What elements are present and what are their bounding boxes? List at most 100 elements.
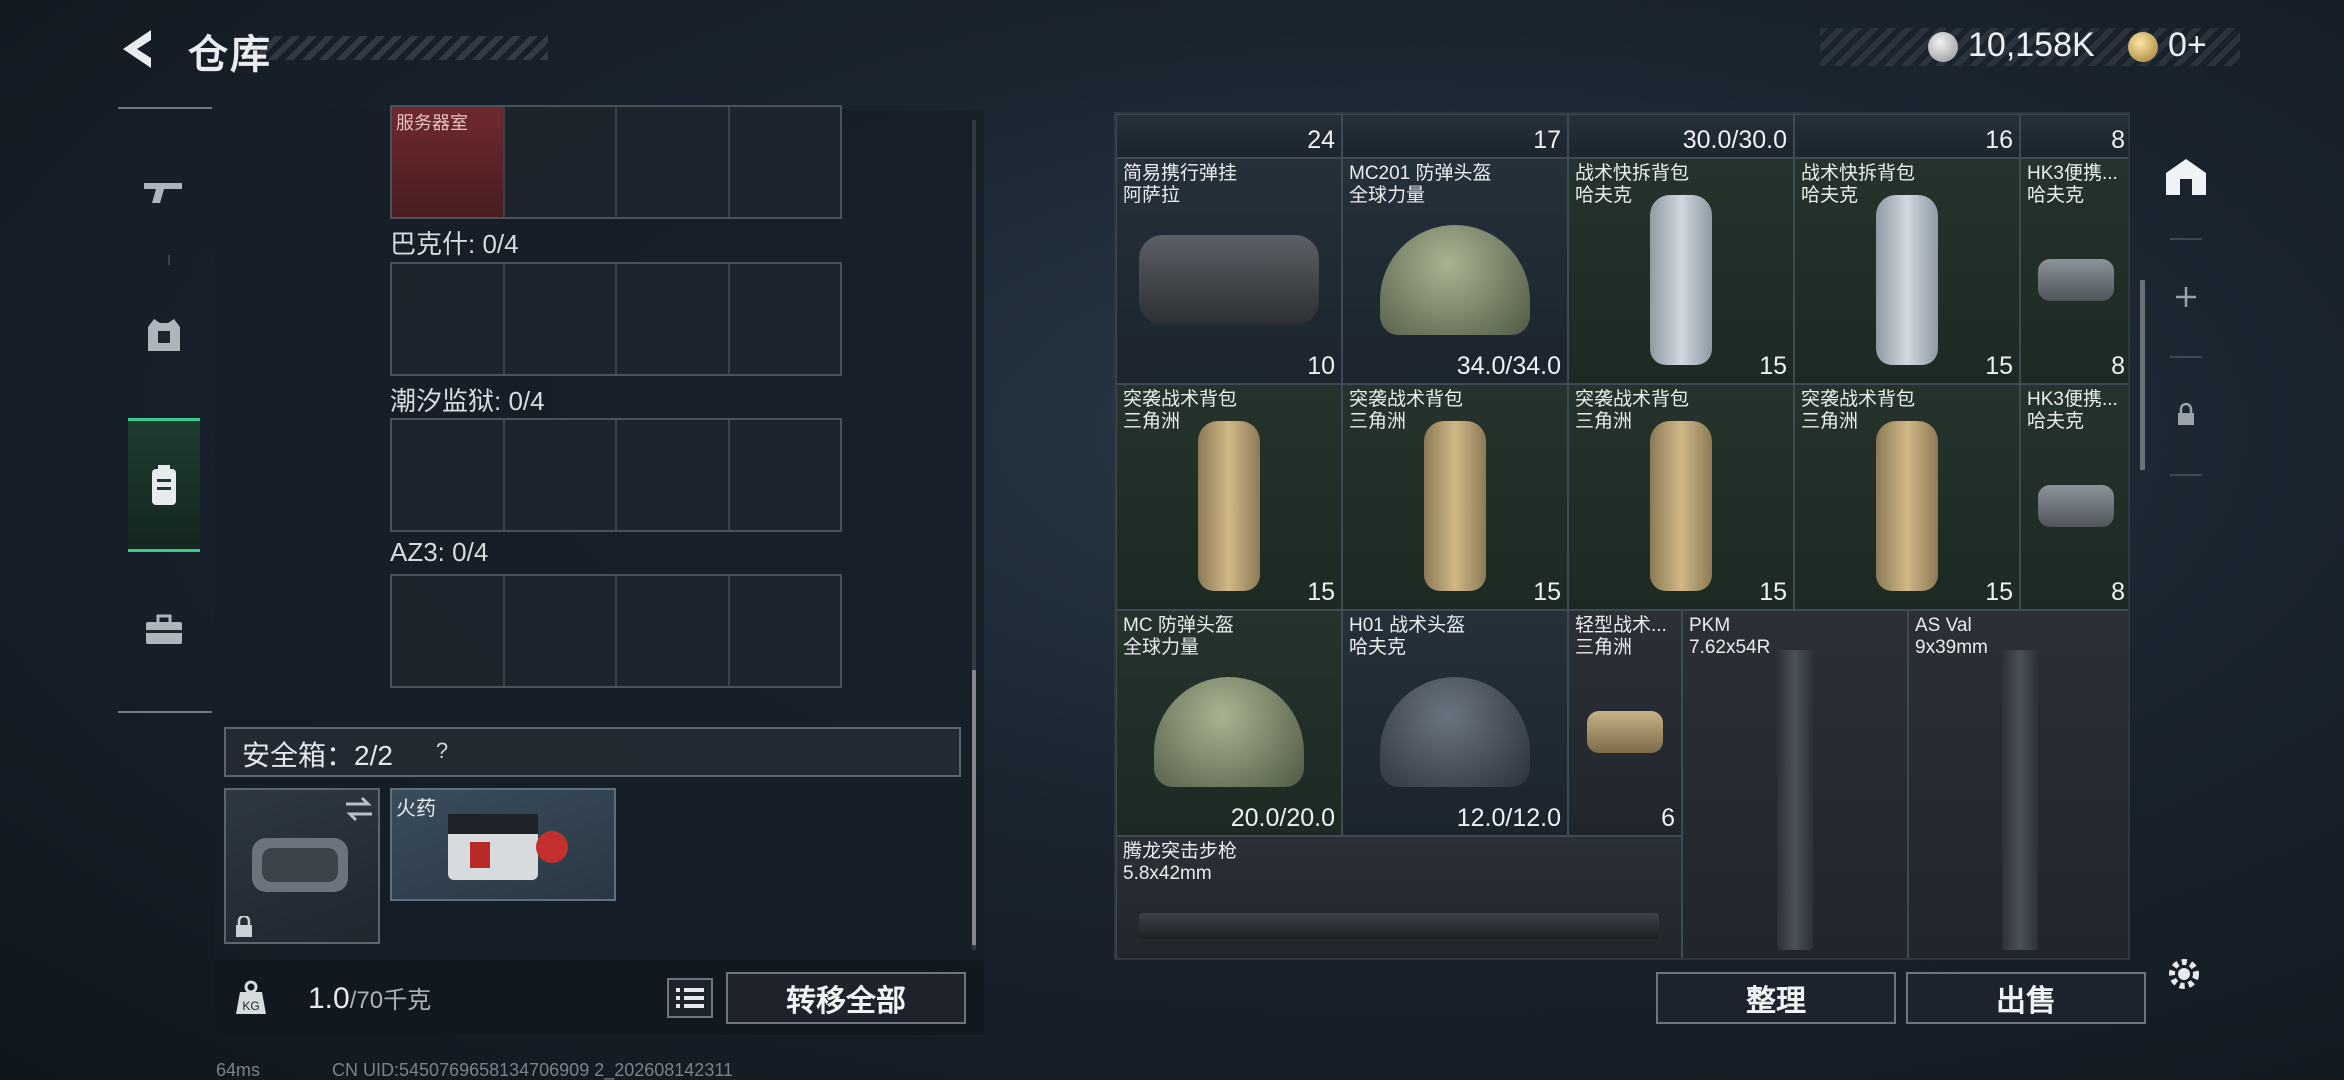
nav-backpacks[interactable] [128, 418, 200, 552]
grid-slot[interactable] [617, 107, 730, 217]
grid-slot[interactable] [730, 107, 841, 217]
rail-divider [2170, 356, 2202, 358]
tile-value: 15 [1533, 578, 1561, 606]
grid-slot[interactable] [730, 264, 841, 374]
nav-armor[interactable] [128, 285, 200, 385]
weight-value: 1.0 [308, 982, 350, 1015]
locked-page-button[interactable] [2148, 370, 2224, 460]
tile-value: 15 [1985, 352, 2013, 380]
stash-tile[interactable]: 轻型战术... 三角洲 6 [1568, 610, 1682, 836]
tile-value: 15 [1759, 352, 1787, 380]
stash-tile[interactable]: H01 战术头盔 哈夫克 12.0/12.0 [1342, 610, 1568, 836]
silver-coin-icon [1928, 32, 1958, 62]
tile-name: 腾龙突击步枪 5.8x42mm [1123, 841, 1238, 884]
machine-gun-icon [1777, 650, 1813, 950]
tile-name: MC201 防弹头盔 全球力量 [1349, 163, 1492, 206]
list-view-button[interactable] [667, 978, 713, 1018]
stash-tile[interactable]: HK3便携... 哈夫克 8 [2020, 158, 2128, 384]
grid-slot[interactable] [392, 420, 505, 530]
weight-icon: KG [236, 980, 266, 1014]
tile-value: 16 [1985, 126, 2013, 154]
tile-value: 8 [2111, 126, 2125, 154]
gunpowder-icon [448, 814, 568, 880]
ping-readout: 64ms [216, 1060, 261, 1080]
tile-name: HK3便携... 哈夫克 [2027, 389, 2118, 432]
back-arrow-icon[interactable] [115, 26, 161, 72]
container-grid [390, 262, 842, 376]
gold-coin-icon [2128, 32, 2158, 62]
weight-readout: 1.0/70千克 [308, 980, 431, 1016]
grid-slot[interactable] [505, 264, 617, 374]
stash-tile[interactable]: MC 防弹头盔 全球力量 20.0/20.0 [1116, 610, 1342, 836]
title-decoration [258, 36, 548, 60]
assault-rifle-icon [1139, 913, 1659, 940]
stash-tile[interactable]: 30.0/30.0 [1568, 114, 1794, 158]
stash-tile[interactable]: 突袭战术背包 三角洲 15 [1116, 384, 1342, 610]
stash-tile[interactable]: 16 [1794, 114, 2020, 158]
helmet-icon [1154, 676, 1304, 787]
tile-value: 24 [1307, 126, 1335, 154]
stash-tile[interactable]: 17 [1342, 114, 1568, 158]
swap-icon[interactable] [344, 796, 374, 822]
grid-slot[interactable] [617, 264, 730, 374]
tile-name: 轻型战术... 三角洲 [1575, 615, 1667, 658]
stash-tile[interactable]: 突袭战术背包 三角洲 15 [1342, 384, 1568, 610]
transfer-all-button[interactable]: 转移全部 [726, 972, 966, 1024]
list-icon [676, 988, 704, 1008]
tile-value: 15 [1307, 578, 1335, 606]
backpack-icon [1198, 420, 1260, 591]
sell-button[interactable]: 出售 [1906, 972, 2146, 1024]
tile-value: 10 [1307, 352, 1335, 380]
stash-page-1[interactable] [2148, 132, 2224, 222]
grid-slot[interactable] [730, 420, 841, 530]
duffel-bag-icon [2038, 484, 2114, 527]
tile-value: 6 [1661, 804, 1675, 832]
stash-tile[interactable]: 战术快拆背包 哈夫克 15 [1568, 158, 1794, 384]
weight-unit: /70千克 [349, 987, 432, 1014]
container-scroll-thumb[interactable] [972, 670, 976, 945]
rail-divider [2170, 238, 2202, 240]
grid-slot[interactable] [505, 107, 617, 217]
backpack-icon [152, 465, 176, 505]
stash-tile[interactable]: 8 [2020, 114, 2128, 158]
safe-box-slot[interactable] [224, 788, 380, 944]
organize-button[interactable]: 整理 [1656, 972, 1896, 1024]
silver-amount: 10,158K [1968, 26, 2095, 64]
briefcase-icon [146, 614, 182, 644]
slot-label: 服务器室 [396, 113, 468, 133]
grid-slot[interactable]: 服务器室 [392, 107, 505, 217]
lock-icon [2178, 403, 2194, 425]
stash-tile[interactable]: 简易携行弹挂 阿萨拉 10 [1116, 158, 1342, 384]
stash-page-rail [2148, 112, 2224, 952]
stash-tile[interactable]: 腾龙突击步枪 5.8x42mm [1116, 836, 1682, 958]
grid-slot[interactable] [505, 576, 617, 686]
help-button[interactable]: ? [428, 738, 456, 766]
grid-slot[interactable] [617, 420, 730, 530]
stash-scrollbar[interactable] [2140, 280, 2145, 470]
stash-grid: 24 17 30.0/30.0 16 8 简易携行弹挂 阿萨拉 10 MC201 … [1114, 112, 2130, 960]
stash-tile[interactable]: 突袭战术背包 三角洲 15 [1794, 384, 2020, 610]
rifle-icon [2002, 650, 2038, 950]
nav-cases[interactable] [128, 580, 200, 680]
grid-slot[interactable] [730, 576, 841, 686]
settings-gear-icon[interactable] [2162, 952, 2206, 996]
add-page-button[interactable] [2148, 252, 2224, 342]
vest-icon [148, 319, 180, 351]
tile-name: H01 战术头盔 哈夫克 [1349, 615, 1466, 658]
stash-tile[interactable]: AS Val 9x39mm [1908, 610, 2128, 958]
stash-tile[interactable]: 战术快拆背包 哈夫克 15 [1794, 158, 2020, 384]
grid-slot[interactable] [505, 420, 617, 530]
stash-page-icon [2166, 159, 2206, 195]
grid-slot[interactable] [617, 576, 730, 686]
stash-tile[interactable]: HK3便携... 哈夫克 8 [2020, 384, 2128, 610]
stash-tile[interactable]: 突袭战术背包 三角洲 15 [1568, 384, 1794, 610]
nav-weapons[interactable] [128, 140, 200, 240]
stash-tile[interactable]: MC201 防弹头盔 全球力量 34.0/34.0 [1342, 158, 1568, 384]
grid-slot[interactable] [392, 264, 505, 374]
stash-tile[interactable]: 24 [1116, 114, 1342, 158]
stash-tile[interactable]: PKM 7.62x54R [1682, 610, 1908, 958]
gold-amount[interactable]: 0+ [2168, 26, 2207, 65]
helmet-icon [1380, 224, 1530, 335]
tile-name: 简易携行弹挂 阿萨拉 [1123, 163, 1238, 206]
grid-slot[interactable] [392, 576, 505, 686]
